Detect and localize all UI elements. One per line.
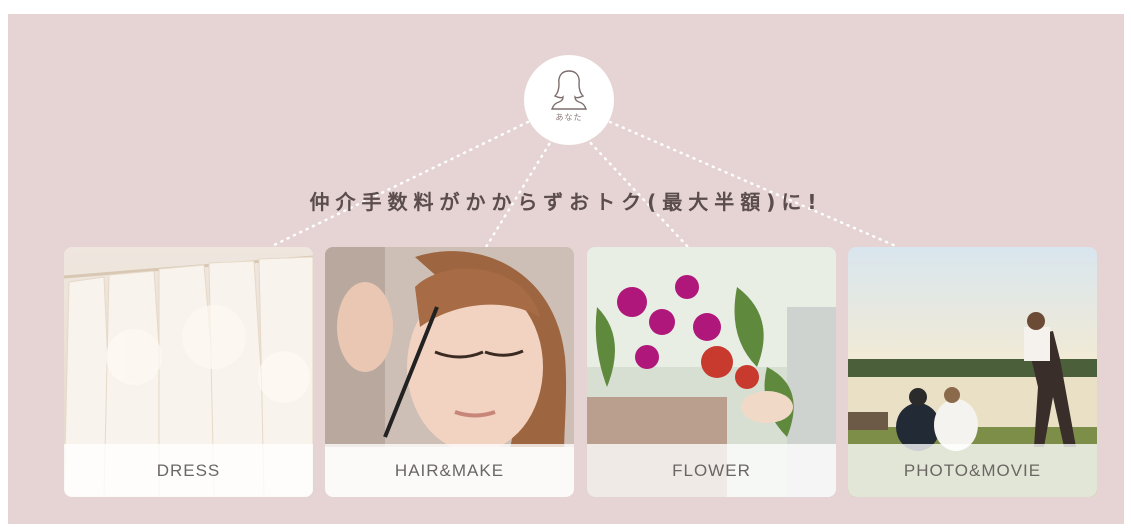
service-card-flower[interactable]: FLOWER xyxy=(587,247,836,497)
service-card-photo-movie[interactable]: PHOTO&MOVIE xyxy=(848,247,1097,497)
services-panel: あなた 仲介手数料がかからずおトク(最大半額)に! DRESS HAIR&MAK… xyxy=(8,14,1124,524)
person-icon xyxy=(551,70,587,110)
service-card-dress[interactable]: DRESS xyxy=(64,247,313,497)
card-label: DRESS xyxy=(156,460,221,480)
service-card-hair-make[interactable]: HAIR&MAKE xyxy=(325,247,574,497)
card-label: PHOTO&MOVIE xyxy=(903,460,1042,480)
card-label: HAIR&MAKE xyxy=(394,460,505,480)
card-label: FLOWER xyxy=(672,460,751,480)
avatar-label: あなた xyxy=(555,113,583,122)
user-avatar: あなた xyxy=(524,55,614,145)
headline: 仲介手数料がかからずおトク(最大半額)に! xyxy=(309,190,823,214)
